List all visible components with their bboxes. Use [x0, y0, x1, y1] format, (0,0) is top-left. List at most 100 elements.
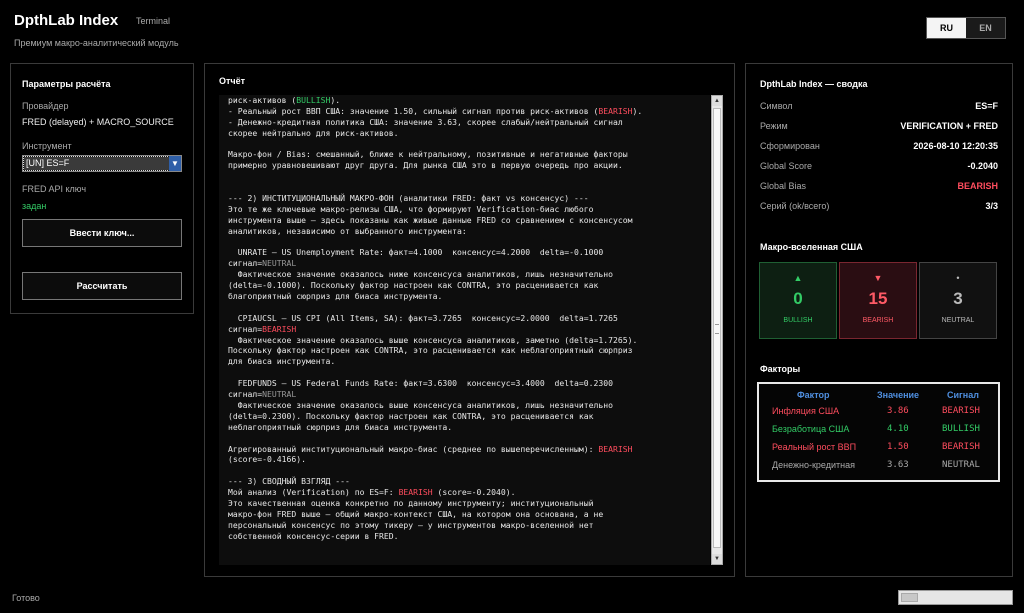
factor-name: Денежно-кредитная: [772, 460, 855, 470]
summary-key: Global Bias: [760, 181, 807, 191]
report-text-segment: - Денежно-кредитная политика США: значен…: [228, 116, 623, 127]
apikey-status: задан: [22, 201, 47, 211]
signal-text: BULLISH: [296, 95, 331, 105]
chevron-down-icon[interactable]: ▼: [169, 156, 181, 171]
report-line: Фактическое значение оказалось выше конс…: [228, 400, 708, 411]
report-line: Макро-фон / Bias: смешанный, ближе к ней…: [228, 149, 708, 160]
report-content: риск-активов (BULLISH). - Реальный рост В…: [228, 95, 708, 542]
report-line: FEDFUNDS — US Federal Funds Rate: факт=3…: [228, 378, 708, 389]
factor-signal: NEUTRAL: [942, 460, 980, 470]
report-line: --- 3) СВОДНЫЙ ВЗГЛЯД ---: [228, 476, 708, 487]
bearish-card: ▼ 15 BEARISH: [839, 262, 917, 339]
summary-key: Global Score: [760, 161, 813, 171]
report-text-segment: Макро-фон / Bias: смешанный, ближе к ней…: [228, 149, 628, 160]
report-scrollbar[interactable]: ▲ ▼: [711, 95, 723, 565]
scroll-down-icon[interactable]: ▼: [712, 554, 722, 564]
report-line: Фактическое значение оказалось ниже конс…: [228, 269, 708, 280]
report-text-segment: --- 3) СВОДНЫЙ ВЗГЛЯД ---: [228, 476, 350, 487]
report-line: CPIAUCSL — US CPI (All Items, SA): факт=…: [228, 313, 708, 324]
factors-title: Факторы: [760, 364, 801, 374]
neutral-count: 3: [953, 289, 963, 308]
neutral-label: NEUTRAL: [941, 317, 975, 324]
summary-row: Сформирован 2026-08-10 12:20:35: [760, 141, 998, 155]
report-text-segment: скорее нейтрально для риск-активов.: [228, 127, 399, 138]
report-textarea[interactable]: риск-активов (BULLISH). - Реальный рост В…: [219, 95, 710, 565]
report-text-segment: сигнал=: [228, 389, 263, 400]
factor-value: 1.50: [887, 442, 909, 452]
report-line: Поскольку фактор настроен как CONTRA, эт…: [228, 345, 708, 356]
universe-title: Макро-вселенная США: [760, 242, 863, 252]
summary-row: Global Score -0.2040: [760, 161, 998, 175]
report-line: UNRATE — US Unemployment Rate: факт=4.10…: [228, 247, 708, 258]
report-text-segment: собственной консенсус-серии в FRED.: [228, 530, 399, 541]
calculate-button[interactable]: Рассчитать: [22, 272, 182, 300]
report-line: примерно уравновешивают друг друга. Для …: [228, 160, 708, 171]
app-subtitle: Премиум макро-аналитический модуль: [14, 38, 179, 48]
summary-title: DpthLab Index — сводка: [760, 79, 868, 89]
report-line: персональный консенсус по этому тикеру —…: [228, 520, 708, 531]
report-text-segment: (delta=0.2300). Поскольку фактор настрое…: [228, 410, 594, 421]
report-line: сигнал=NEUTRAL: [228, 389, 708, 400]
bullish-card: ▲ 0 BULLISH: [759, 262, 837, 339]
report-line: - Реальный рост ВВП США: значение 1.50, …: [228, 106, 708, 117]
report-text-segment: (delta=-0.1000). Поскольку фактор настро…: [228, 280, 599, 291]
factor-value: 3.63: [887, 460, 909, 470]
report-text-segment: --- 2) ИНСТИТУЦИОНАЛЬНЫЙ МАКРО-ФОН (анал…: [228, 193, 589, 204]
report-text-segment: для биаса инструмента.: [228, 356, 336, 367]
provider-label: Провайдер: [22, 101, 69, 111]
report-text-segment: Фактическое значение оказалось выше конс…: [228, 399, 613, 410]
arrow-down-icon: ▼: [873, 273, 883, 283]
report-text-segment: Поскольку фактор настроен как CONTRA, эт…: [228, 345, 633, 356]
report-text-segment: Это те же ключевые макро-релизы США, что…: [228, 203, 594, 214]
report-line: [228, 465, 708, 476]
neutral-card: • 3 NEUTRAL: [919, 262, 997, 339]
factor-name: Реальный рост ВВП: [772, 442, 857, 452]
bearish-label: BEARISH: [862, 317, 894, 324]
report-text-segment: аналитиков, независимо от выбранного инс…: [228, 225, 467, 236]
report-line: [228, 237, 708, 248]
report-text-segment: ).: [330, 95, 341, 105]
report-line: Это качественная оценка конкретно по дан…: [228, 498, 708, 509]
factor-value: 4.10: [887, 424, 909, 434]
report-line: [228, 182, 708, 193]
report-line: --- 2) ИНСТИТУЦИОНАЛЬНЫЙ МАКРО-ФОН (анал…: [228, 193, 708, 204]
scroll-up-icon[interactable]: ▲: [712, 96, 722, 106]
report-line: сигнал=BEARISH: [228, 324, 708, 335]
summary-value: ES=F: [975, 101, 998, 111]
instrument-select[interactable]: [UN] ES=F ▼: [22, 155, 182, 172]
report-line: макро-фон FRED выше — общий макро-контек…: [228, 509, 708, 520]
report-text-segment: Мой анализ (Verification) по ES=F:: [228, 487, 399, 498]
report-text-segment: примерно уравновешивают друг друга. Для …: [228, 160, 623, 171]
signal-text: BEARISH: [398, 487, 433, 498]
app-window: DpthLab Index Terminal Премиум макро-ана…: [0, 0, 1024, 613]
report-line: (delta=0.2300). Поскольку фактор настрое…: [228, 411, 708, 422]
summary-row: Серий (ok/всего) 3/3: [760, 201, 998, 215]
lang-en-button[interactable]: EN: [966, 18, 1005, 38]
report-text-segment: - Реальный рост ВВП США: значение 1.50, …: [228, 105, 599, 116]
factor-header: Фактор: [797, 390, 830, 400]
report-text-segment: FEDFUNDS — US Federal Funds Rate: факт=3…: [228, 378, 613, 389]
report-text-segment: инструмента выше — здесь показаны как жи…: [228, 214, 633, 225]
app-title: DpthLab Index: [14, 12, 119, 29]
report-text-segment: Это качественная оценка конкретно по дан…: [228, 497, 594, 508]
provider-value: FRED (delayed) + MACRO_SOURCE: [22, 117, 174, 127]
signal-text: NEUTRAL: [262, 389, 297, 400]
signal-text: BEARISH: [598, 443, 633, 454]
factor-name: Инфляция США: [772, 406, 840, 416]
lang-ru-button[interactable]: RU: [927, 18, 966, 38]
summary-row: Global Bias BEARISH: [760, 181, 998, 195]
enter-key-button[interactable]: Ввести ключ...: [22, 219, 182, 247]
progress-bar: [898, 590, 1013, 605]
bullish-label: BULLISH: [783, 317, 813, 324]
factors-table: Фактор Значение Сигнал Инфляция США 3.86 B…: [757, 382, 1000, 482]
report-line: [228, 171, 708, 182]
summary-key: Символ: [760, 101, 793, 111]
report-line: [228, 302, 708, 313]
report-line: - Денежно-кредитная политика США: значен…: [228, 117, 708, 128]
signal-text: BEARISH: [262, 323, 297, 334]
report-text-segment: Фактическое значение оказалось выше конс…: [228, 334, 638, 345]
factor-name: Безработица США: [772, 424, 850, 434]
report-line: Мой анализ (Verification) по ES=F: BEARI…: [228, 487, 708, 498]
scroll-thumb[interactable]: [713, 108, 721, 548]
language-toggle: RU EN: [926, 17, 1006, 39]
